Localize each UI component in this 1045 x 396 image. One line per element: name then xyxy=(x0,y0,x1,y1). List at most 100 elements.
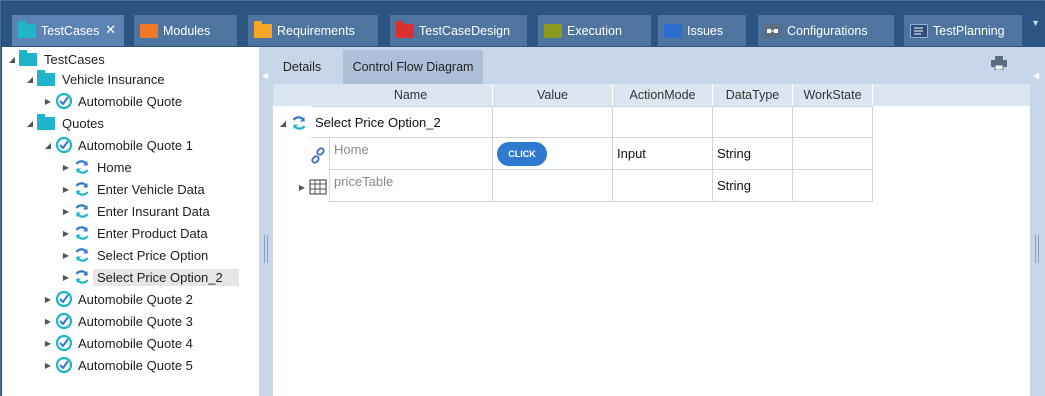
tab-modules[interactable]: Modules xyxy=(134,15,237,46)
table-row-datatype[interactable]: String xyxy=(712,169,793,202)
table-row-datatype[interactable]: String xyxy=(712,137,793,170)
expand-arrow-icon[interactable]: ▶ xyxy=(61,229,71,238)
collapse-arrow-icon[interactable]: ◢ xyxy=(7,55,17,64)
collapse-arrow-icon[interactable]: ◢ xyxy=(278,119,288,128)
expand-arrow-icon[interactable]: ▶ xyxy=(43,361,53,370)
tree-node-vehicle-insurance[interactable]: ◢ Vehicle Insurance xyxy=(25,69,169,89)
tab-overflow-icon[interactable]: ▼ xyxy=(1031,18,1040,28)
expand-arrow-icon[interactable]: ▶ xyxy=(43,295,53,304)
tree-node-select-price-option-2[interactable]: ▶ Select Price Option_2 xyxy=(61,267,239,287)
testcase-tree: ◢ TestCases ◢ Vehicle Insurance ▶ Automo… xyxy=(2,47,259,396)
parent-row-datatype[interactable] xyxy=(712,106,793,138)
tab-testcases[interactable]: TestCases ✕ xyxy=(12,15,124,46)
tree-node-label: Enter Insurant Data xyxy=(97,203,210,219)
tree-node-aq5[interactable]: ▶ Automobile Quote 5 xyxy=(43,355,197,375)
tree-node-root[interactable]: ◢ TestCases xyxy=(7,49,109,69)
tab-testplanning[interactable]: TestPlanning xyxy=(904,15,1022,46)
detail-tabs: Details Control Flow Diagram xyxy=(273,47,1030,84)
click-action-button[interactable]: CLICK xyxy=(497,141,547,166)
expand-arrow-icon[interactable]: ▶ xyxy=(61,251,71,260)
tab-label: Requirements xyxy=(277,23,355,38)
col-header-workstate[interactable]: WorkState xyxy=(793,84,873,106)
col-header-actionmode[interactable]: ActionMode xyxy=(613,84,713,106)
grip-handle[interactable] xyxy=(264,235,268,263)
testcase-icon xyxy=(55,92,73,110)
tree-node-select-price-option[interactable]: ▶ Select Price Option xyxy=(61,245,212,265)
expand-arrow-icon[interactable]: ▶ xyxy=(61,273,71,282)
table-row-name[interactable]: priceTable xyxy=(329,169,493,202)
table-row-workstate[interactable] xyxy=(792,169,873,202)
tree-node-aq2[interactable]: ▶ Automobile Quote 2 xyxy=(43,289,197,309)
tab-requirements[interactable]: Requirements xyxy=(248,15,378,46)
testcase-icon xyxy=(55,290,73,308)
print-icon[interactable] xyxy=(991,56,1007,70)
tab-testcasedesign[interactable]: TestCaseDesign xyxy=(390,15,527,46)
tree-node-quotes[interactable]: ◢ Quotes xyxy=(25,113,108,133)
refresh-icon xyxy=(75,226,89,240)
execution-icon xyxy=(544,23,562,38)
parent-row-name[interactable]: Select Price Option_2 xyxy=(311,106,493,138)
tree-node-aq4[interactable]: ▶ Automobile Quote 4 xyxy=(43,333,197,353)
grid-header: Name Value ActionMode DataType WorkState xyxy=(273,84,1030,106)
close-icon[interactable]: ✕ xyxy=(105,23,116,37)
tree-node-label: Automobile Quote 3 xyxy=(78,313,193,329)
expand-arrow-icon[interactable]: ▶ xyxy=(61,207,71,216)
grip-handle[interactable] xyxy=(1035,235,1039,263)
testcase-icon xyxy=(55,356,73,374)
row-icons xyxy=(309,147,327,165)
table-row-value[interactable]: CLICK xyxy=(492,137,613,170)
refresh-icon xyxy=(75,248,89,262)
right-splitter[interactable]: ◀ xyxy=(1030,47,1045,396)
tree-node-home[interactable]: ▶ Home xyxy=(61,157,136,177)
collapse-arrow-icon[interactable]: ◢ xyxy=(25,119,35,128)
expand-arrow-icon[interactable]: ▶ xyxy=(43,317,53,326)
tab-control-flow-diagram[interactable]: Control Flow Diagram xyxy=(343,50,483,84)
testcase-icon xyxy=(55,334,73,352)
row-icons: ▶ xyxy=(297,179,327,195)
issues-icon xyxy=(664,23,682,38)
left-splitter[interactable]: ◀ xyxy=(259,47,273,396)
col-header-value[interactable]: Value xyxy=(493,84,613,106)
expand-arrow-icon[interactable]: ▶ xyxy=(61,163,71,172)
expand-arrow-icon[interactable]: ▶ xyxy=(43,97,53,106)
tree-node-automobile-quote[interactable]: ▶ Automobile Quote xyxy=(43,91,186,111)
tab-execution[interactable]: Execution xyxy=(538,15,651,46)
tree-node-label: TestCases xyxy=(44,51,105,67)
expand-arrow-icon[interactable]: ▶ xyxy=(297,183,307,192)
testcase-icon xyxy=(55,136,73,154)
parent-row-icons: ◢ xyxy=(278,114,308,132)
module-tab-bar: TestCases ✕ Modules Requirements TestCas… xyxy=(2,2,1045,47)
collapse-arrow-icon[interactable]: ◢ xyxy=(25,75,35,84)
col-header-datatype[interactable]: DataType xyxy=(713,84,793,106)
tab-issues[interactable]: Issues xyxy=(658,15,746,46)
col-header-name[interactable]: Name xyxy=(329,84,493,106)
table-row-actionmode[interactable] xyxy=(612,169,713,202)
link-icon xyxy=(311,147,325,164)
table-row-value[interactable] xyxy=(492,169,613,202)
tree-node-label: Automobile Quote 1 xyxy=(78,137,193,153)
tab-label: Issues xyxy=(687,23,724,38)
app-window: TestCases ✕ Modules Requirements TestCas… xyxy=(0,0,1045,396)
tree-node-label: Automobile Quote 5 xyxy=(78,357,193,373)
parent-row-value[interactable] xyxy=(492,106,613,138)
tab-configurations[interactable]: Configurations xyxy=(758,15,894,46)
tab-details[interactable]: Details xyxy=(273,50,331,84)
tree-node-enter-vehicle-data[interactable]: ▶ Enter Vehicle Data xyxy=(61,179,209,199)
table-row-actionmode[interactable]: Input xyxy=(612,137,713,170)
collapse-arrow-icon[interactable]: ◢ xyxy=(43,141,53,150)
expand-arrow-icon[interactable]: ▶ xyxy=(61,185,71,194)
collapse-left-icon[interactable]: ◀ xyxy=(262,71,268,80)
table-row-workstate[interactable] xyxy=(792,137,873,170)
parent-row-workstate[interactable] xyxy=(792,106,873,138)
tree-node-enter-insurant-data[interactable]: ▶ Enter Insurant Data xyxy=(61,201,214,221)
tree-node-aq1[interactable]: ◢ Automobile Quote 1 xyxy=(43,135,197,155)
parent-row-actionmode[interactable] xyxy=(612,106,713,138)
tree-node-label: Quotes xyxy=(62,115,104,131)
expand-arrow-icon[interactable]: ▶ xyxy=(43,339,53,348)
collapse-right-icon[interactable]: ◀ xyxy=(1033,71,1039,80)
table-row-name[interactable]: Home xyxy=(329,137,493,170)
folder-icon xyxy=(37,113,55,130)
tree-node-enter-product-data[interactable]: ▶ Enter Product Data xyxy=(61,223,212,243)
tree-node-aq3[interactable]: ▶ Automobile Quote 3 xyxy=(43,311,197,331)
folder-icon xyxy=(37,69,55,86)
